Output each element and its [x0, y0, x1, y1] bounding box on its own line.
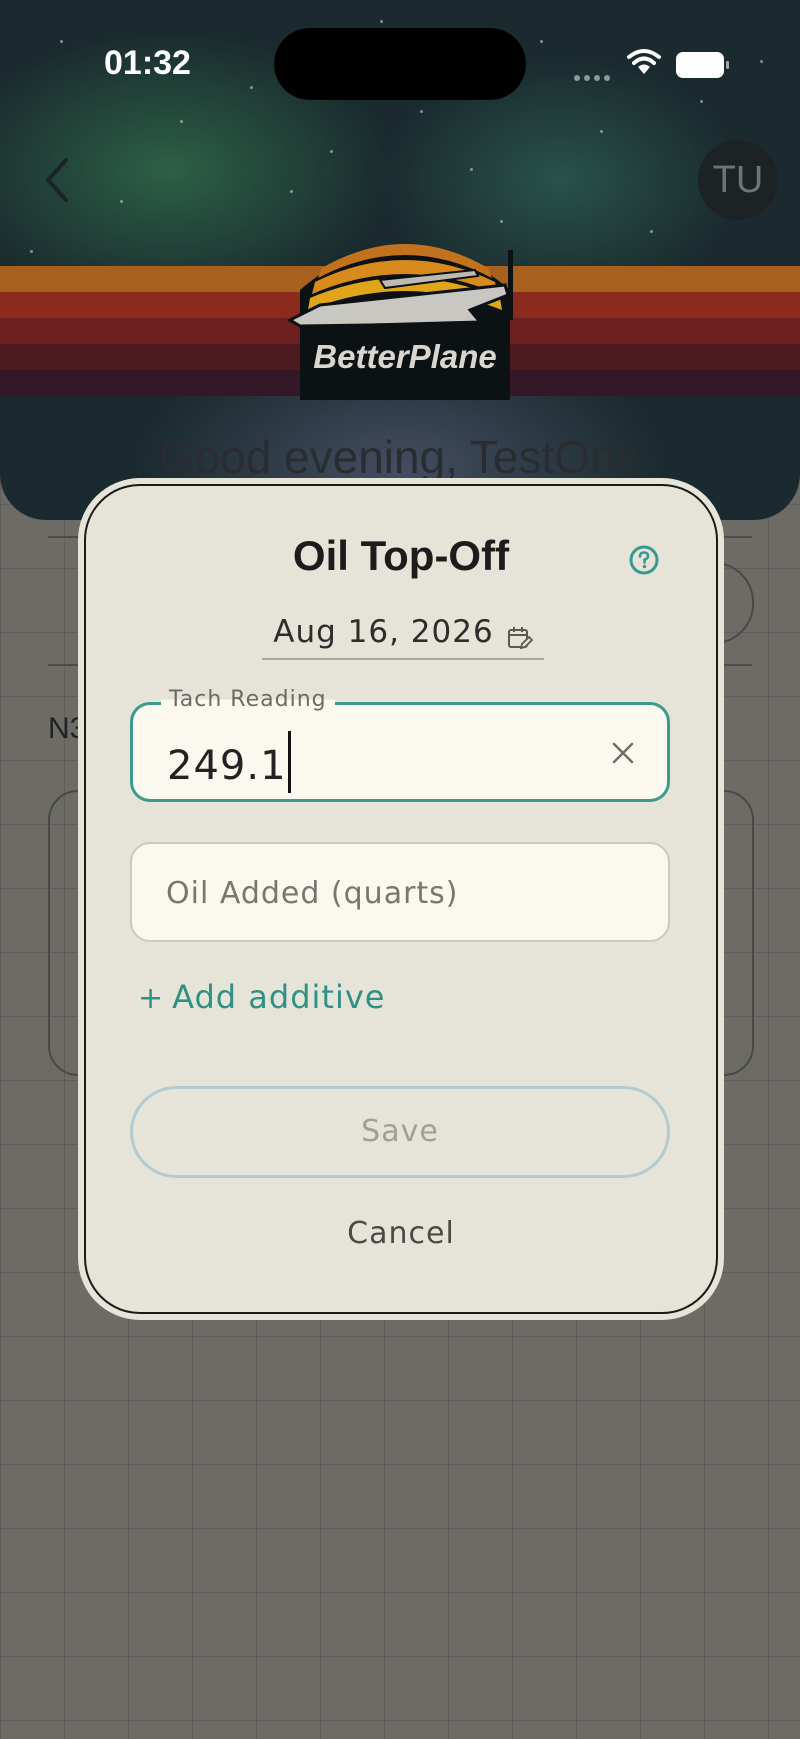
calendar-edit-icon [507, 626, 533, 649]
dynamic-island [274, 28, 526, 100]
text-caret [287, 731, 291, 793]
help-icon[interactable] [628, 544, 660, 576]
tach-reading-label: Tach Reading [161, 687, 335, 712]
tach-reading-input[interactable]: Tach Reading 249.1 [130, 687, 670, 802]
back-chevron-icon[interactable] [36, 150, 76, 210]
add-additive-label: Add additive [172, 978, 386, 1016]
date-picker[interactable]: Aug 16, 2026 [262, 606, 544, 660]
betterplane-logo: BetterPlane [286, 244, 513, 400]
add-additive-button[interactable]: + Add additive [138, 978, 385, 1016]
dialog-title: Oil Top-Off [292, 532, 510, 579]
cancel-button[interactable]: Cancel [86, 1216, 716, 1251]
plus-icon: + [138, 981, 165, 1016]
date-value: Aug 16, 2026 [273, 614, 494, 650]
avatar[interactable]: TU [698, 140, 778, 220]
oil-added-placeholder: Oil Added (quarts) [166, 876, 459, 911]
greeting: Good evening, TestOne [158, 431, 642, 483]
save-button[interactable]: Save [130, 1086, 670, 1178]
status-time: 01:32 [104, 44, 191, 82]
signal-icon [574, 66, 614, 85]
oil-topoff-dialog: Oil Top-Off Aug 16, 2026 Tach Reading 24… [84, 484, 718, 1314]
battery-icon [676, 52, 729, 78]
aircraft-label: N3 [48, 712, 87, 745]
oil-added-input[interactable]: Oil Added (quarts) [130, 842, 670, 942]
wifi-icon [627, 49, 661, 74]
tach-reading-value: 249.1 [167, 731, 291, 793]
clear-icon[interactable] [609, 739, 637, 767]
logo-text: BetterPlane [313, 338, 496, 375]
